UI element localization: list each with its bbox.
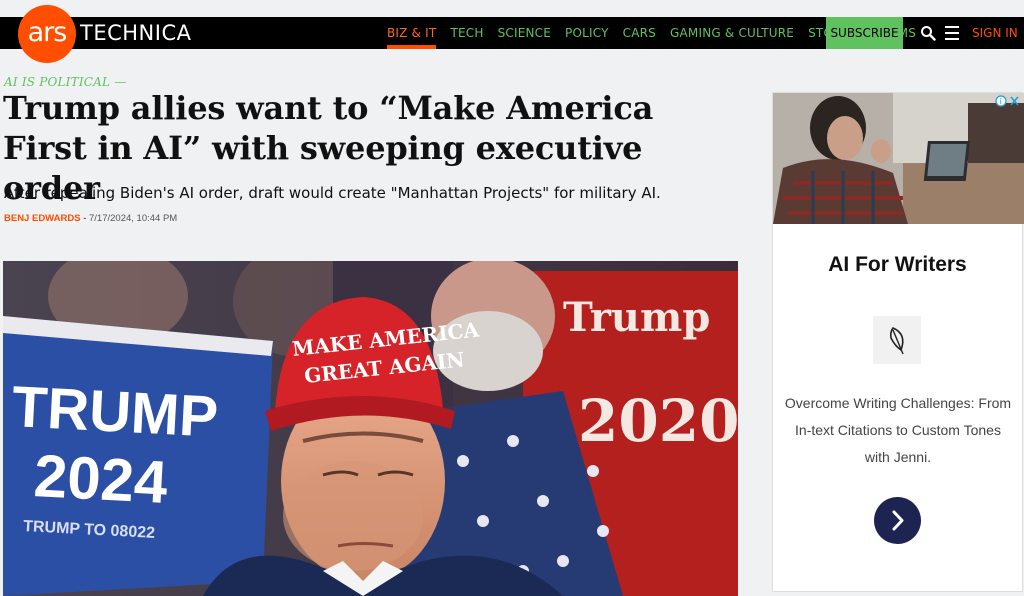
ad-title[interactable]: AI For Writers <box>773 253 1022 277</box>
sign-in-link[interactable]: SIGN IN <box>972 17 1018 49</box>
nav-item-gaming-culture[interactable]: GAMING & CULTURE <box>670 17 794 49</box>
publish-date: 7/17/2024, 10:44 PM <box>89 213 178 224</box>
nav-item-policy[interactable]: POLICY <box>565 17 609 49</box>
hero-image: Trump 2020 TRUMP 2024 TRUMP TO 08022 MAK… <box>3 261 738 596</box>
left-sign-year: 2024 <box>32 442 169 516</box>
nav-item-biz-it[interactable]: BIZ & IT <box>387 17 436 49</box>
site-logo-circle[interactable]: ars <box>18 5 76 63</box>
left-sign-word: TRUMP <box>10 374 219 450</box>
article-byline: BENJ EDWARDS - 7/17/2024, 10:44 PM <box>4 213 178 224</box>
svg-text:i: i <box>1000 97 1002 106</box>
author-link[interactable]: BENJ EDWARDS <box>4 213 81 224</box>
ad-photo[interactable]: i <box>773 93 1024 224</box>
subscribe-button[interactable]: SUBSCRIBE <box>826 17 903 49</box>
ad-body-text: Overcome Writing Challenges: From In-tex… <box>784 395 1012 465</box>
top-bar: ars TECHNICA BIZ & IT TECH SCIENCE POLIC… <box>0 0 1024 63</box>
ad-photo-illustration <box>773 93 1024 224</box>
article-dek: After repealing Biden's AI order, draft … <box>4 184 661 202</box>
nav-item-science[interactable]: SCIENCE <box>498 17 551 49</box>
right-sign-word: Trump <box>563 294 710 341</box>
menu-icon[interactable] <box>945 26 959 40</box>
search-icon[interactable] <box>920 25 936 41</box>
sidebar-ad[interactable]: i AI For Writers Overcome Writing Challe… <box>772 92 1024 592</box>
nav-item-cars[interactable]: CARS <box>623 17 656 49</box>
right-sign-year: 2020 <box>578 387 738 455</box>
quill-icon <box>873 316 921 364</box>
ad-cta-button[interactable] <box>874 497 921 544</box>
ad-choices-icon[interactable]: i <box>995 95 1021 107</box>
site-logo-wordmark[interactable]: TECHNICA <box>80 17 191 49</box>
article-kicker[interactable]: AI IS POLITICAL — <box>4 75 126 89</box>
nav-item-tech[interactable]: TECH <box>450 17 483 49</box>
chevron-right-icon <box>892 510 904 531</box>
hero-illustration: Trump 2020 TRUMP 2024 TRUMP TO 08022 MAK… <box>3 261 738 596</box>
